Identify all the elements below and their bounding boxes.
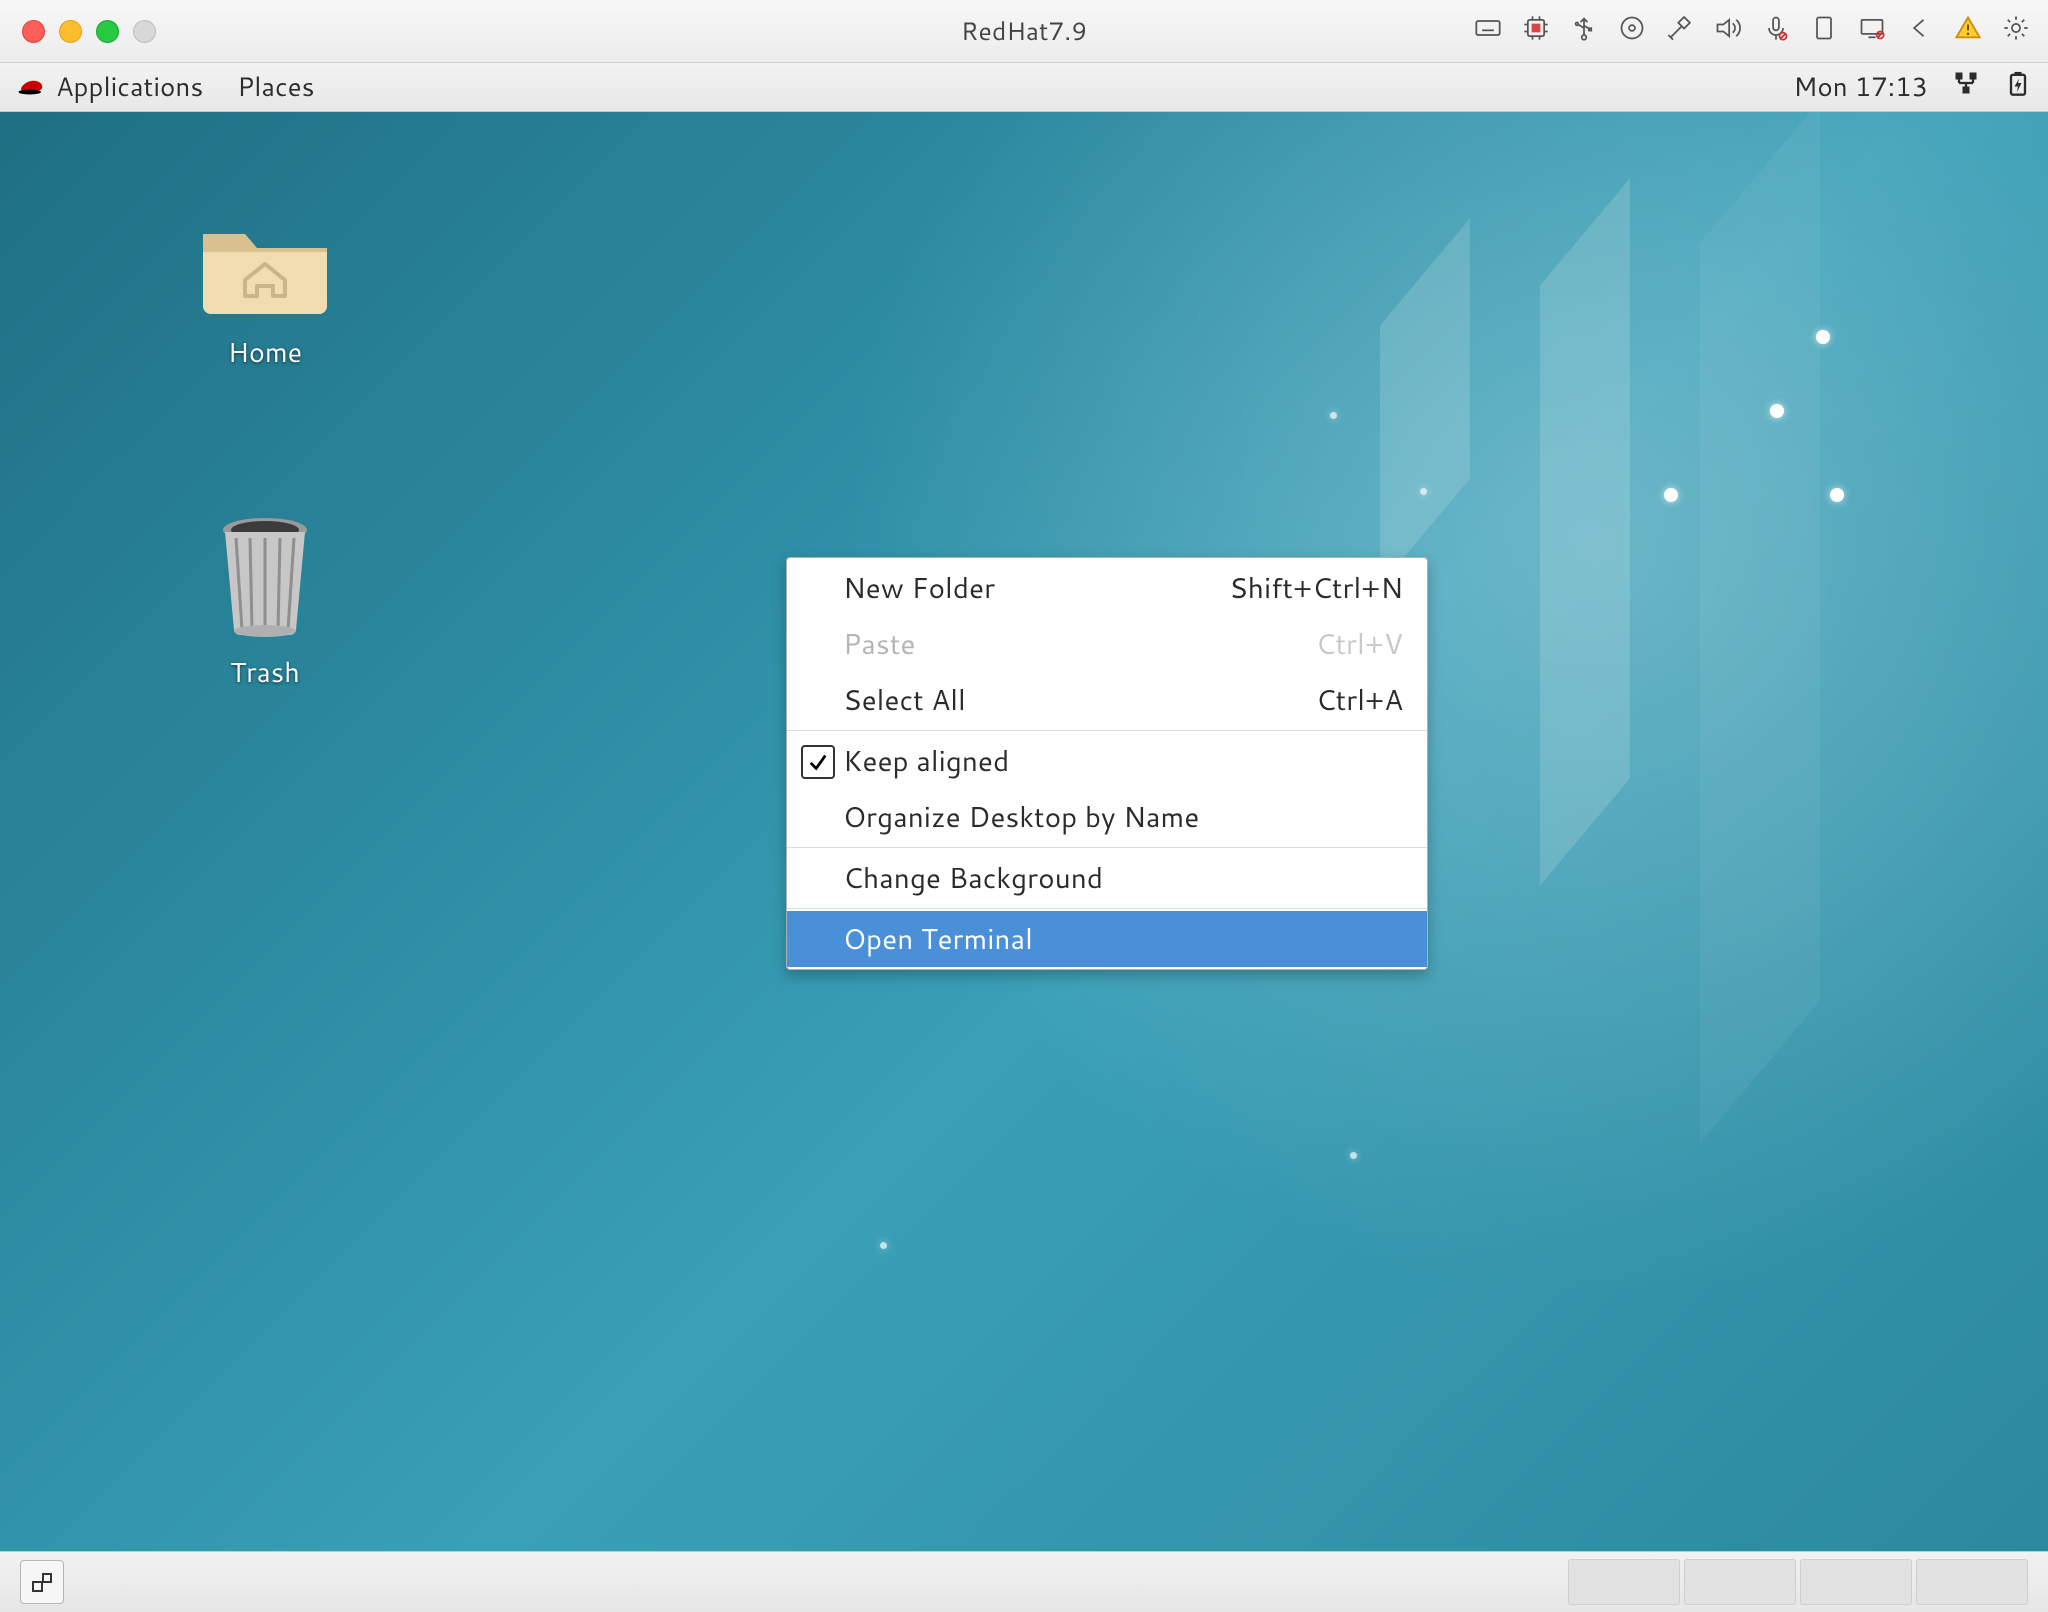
task-slot[interactable]	[1916, 1559, 2028, 1605]
ctx-new-folder[interactable]: New Folder Shift+Ctrl+N	[787, 560, 1427, 616]
tablet-icon[interactable]	[1810, 14, 1838, 48]
ctx-label: Change Background	[843, 858, 1103, 898]
close-window-button[interactable]	[22, 20, 45, 43]
ctx-label: Open Terminal	[843, 919, 1033, 959]
disc-icon[interactable]	[1618, 14, 1646, 48]
folder-home-icon	[195, 212, 335, 322]
bottom-panel	[0, 1551, 2048, 1612]
clock[interactable]: Mon 17:13	[1793, 69, 1928, 105]
desktop-icon-trash-label: Trash	[230, 652, 300, 691]
ctx-organize-by-name[interactable]: Organize Desktop by Name	[787, 789, 1427, 845]
desktop-icon-home-label: Home	[228, 332, 302, 371]
ctx-label: Paste	[843, 624, 915, 664]
battery-icon[interactable]	[2004, 69, 2032, 106]
ctx-label: Organize Desktop by Name	[843, 797, 1199, 837]
ctx-separator	[787, 730, 1427, 731]
redhat-logo-icon	[16, 72, 46, 102]
satellite-icon[interactable]	[1666, 14, 1694, 48]
desktop-context-menu: New Folder Shift+Ctrl+N Paste Ctrl+V Sel…	[786, 557, 1428, 970]
ctx-label: Select All	[843, 680, 966, 720]
ctx-shortcut: Ctrl+V	[1316, 624, 1403, 664]
gnome-topbar: Applications Places Mon 17:13	[0, 63, 2048, 112]
keyboard-icon[interactable]	[1474, 14, 1502, 48]
task-slot[interactable]	[1684, 1559, 1796, 1605]
volume-icon[interactable]	[1714, 14, 1742, 48]
ctx-change-background[interactable]: Change Background	[787, 850, 1427, 906]
ctx-separator	[787, 908, 1427, 909]
ctx-select-all[interactable]: Select All Ctrl+A	[787, 672, 1427, 728]
ctx-shortcut: Shift+Ctrl+N	[1229, 568, 1403, 608]
desktop-icon-trash[interactable]: Trash	[180, 512, 350, 691]
minimize-window-button[interactable]	[59, 20, 82, 43]
trash-icon	[210, 512, 320, 642]
applications-menu[interactable]: Applications	[56, 69, 203, 105]
ctx-open-terminal[interactable]: Open Terminal	[787, 911, 1427, 967]
display-icon[interactable]	[1858, 14, 1886, 48]
task-slot[interactable]	[1568, 1559, 1680, 1605]
ctx-label: Keep aligned	[843, 741, 1009, 781]
checkbox-checked-icon	[801, 745, 835, 779]
usb-icon[interactable]	[1570, 14, 1598, 48]
chip-icon[interactable]	[1522, 14, 1550, 48]
ctx-keep-aligned[interactable]: Keep aligned	[787, 733, 1427, 789]
ctx-shortcut: Ctrl+A	[1316, 680, 1403, 720]
warning-icon[interactable]	[1954, 14, 1982, 48]
network-icon[interactable]	[1952, 69, 1980, 106]
traffic-lights	[22, 20, 156, 43]
vm-toolbar	[1474, 0, 2030, 62]
task-slot[interactable]	[1800, 1559, 1912, 1605]
task-slots	[1568, 1559, 2028, 1605]
host-titlebar: RedHat7.9	[0, 0, 2048, 63]
maximize-window-button[interactable]	[96, 20, 119, 43]
gear-icon[interactable]	[2002, 14, 2030, 48]
ctx-paste: Paste Ctrl+V	[787, 616, 1427, 672]
mic-icon[interactable]	[1762, 14, 1790, 48]
ctx-label: New Folder	[843, 568, 995, 608]
back-icon[interactable]	[1906, 14, 1934, 48]
ctx-separator	[787, 847, 1427, 848]
workspace-switcher-button[interactable]	[20, 1560, 64, 1604]
places-menu[interactable]: Places	[237, 69, 314, 105]
desktop-icon-home[interactable]: Home	[180, 212, 350, 371]
desktop[interactable]: Home Trash New Folder Shift+Ctrl+N Paste	[0, 112, 2048, 1554]
inactive-window-button	[133, 20, 156, 43]
